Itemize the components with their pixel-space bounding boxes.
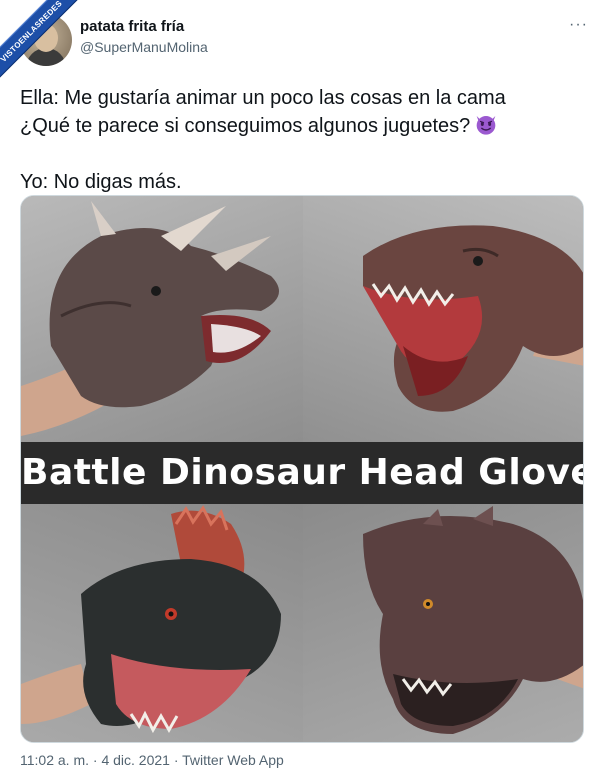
tweet-line-2-text: ¿Qué te parece si conseguimos algunos ju… xyxy=(20,115,471,137)
carnotaurus-glove-image xyxy=(303,504,583,742)
author-name[interactable]: patata frita fría xyxy=(80,18,184,35)
smiling-imp-emoji-icon xyxy=(476,116,496,135)
tweet-media-image[interactable]: Battle Dinosaur Head Gloves xyxy=(20,195,584,743)
author-handle[interactable]: @SuperManuMolina xyxy=(80,39,208,55)
tweet-header: patata frita fría @SuperManuMolina ··· xyxy=(0,0,608,80)
more-horizontal-icon[interactable]: ··· xyxy=(569,16,588,34)
tweet-line-3: Yo: No digas más. xyxy=(20,171,182,193)
trex-glove-image xyxy=(303,196,583,442)
dilophosaurus-glove-image xyxy=(21,504,303,742)
triceratops-glove-image xyxy=(21,196,303,442)
tweet-line-2: ¿Qué te parece si conseguimos algunos ju… xyxy=(20,112,590,140)
media-banner-text: Battle Dinosaur Head Gloves xyxy=(21,442,583,504)
tweet-line-1: Ella: Me gustaría animar un poco las cos… xyxy=(20,87,506,109)
tweet-text: Ella: Me gustaría animar un poco las cos… xyxy=(20,84,590,196)
tweet-meta[interactable]: 11:02 a. m. · 4 dic. 2021 · Twitter Web … xyxy=(20,752,284,768)
